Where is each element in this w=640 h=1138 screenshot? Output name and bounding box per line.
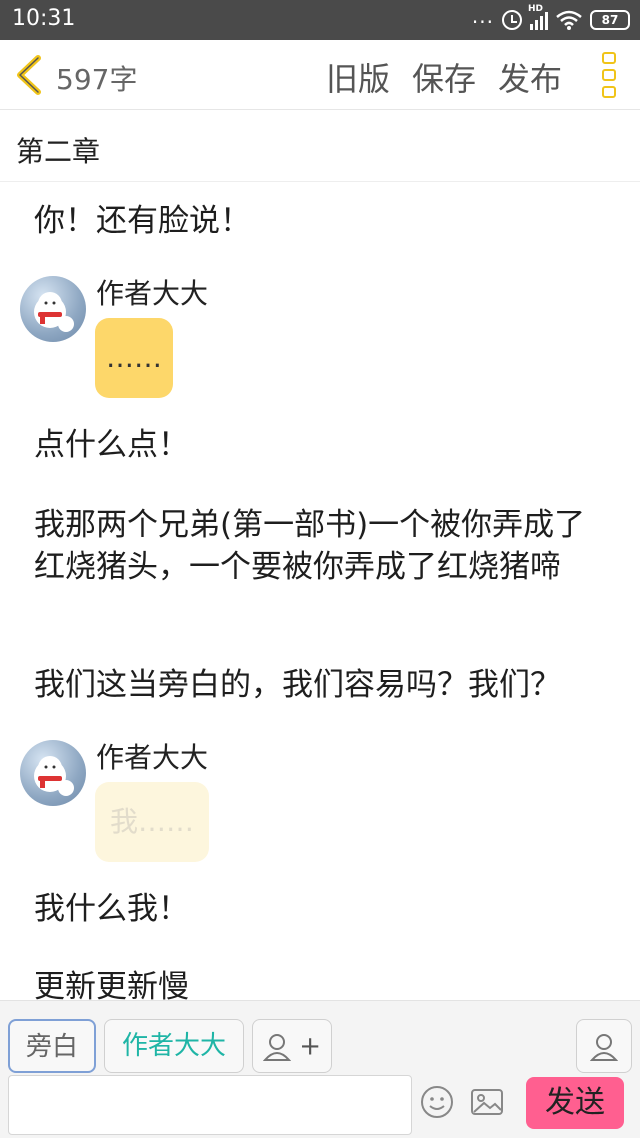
narration-line: 你！还有脸说！ (34, 203, 251, 239)
status-bar: 10:31 ... HD 87 (0, 0, 640, 40)
alarm-icon (502, 10, 522, 30)
chapter-title-bar[interactable]: 第二章 (0, 110, 640, 182)
status-icons: ... HD 87 (472, 4, 630, 32)
more-menu-icon[interactable] (602, 52, 622, 98)
role-manager-button[interactable] (576, 1019, 632, 1073)
status-time: 10:31 (12, 6, 76, 31)
send-button[interactable]: 发送 (526, 1077, 624, 1129)
narration-line: 更新更新慢 (34, 969, 189, 1000)
back-arrow-icon[interactable] (10, 54, 50, 96)
add-role-plus: + (299, 1031, 322, 1062)
add-role-button[interactable]: + (252, 1019, 332, 1073)
author-name: 作者大大 (96, 277, 209, 310)
publish-button[interactable]: 发布 (498, 54, 562, 100)
composer-bar: 旁白 作者大大 + 发送 (0, 1000, 640, 1138)
editor-header: 597字 旧版 保存 发布 (0, 40, 640, 110)
more-notifications-icon: ... (471, 4, 494, 28)
word-count: 597字 (56, 63, 138, 96)
wifi-icon (556, 10, 582, 30)
narration-line: 点什么点！ (34, 427, 189, 463)
add-person-icon (262, 1033, 292, 1061)
narration-line: 我们这当旁白的，我们容易吗？我们？ (34, 667, 561, 703)
old-version-button[interactable]: 旧版 (326, 54, 390, 100)
avatar (20, 276, 86, 342)
image-icon[interactable] (470, 1085, 504, 1119)
author-role-chip[interactable]: 作者大大 (104, 1019, 244, 1073)
narration-line: 我什么我！ (34, 891, 189, 927)
battery-indicator: 87 (590, 10, 630, 30)
avatar (20, 740, 86, 806)
message-bubble[interactable]: …… (95, 318, 173, 398)
narrator-role-chip[interactable]: 旁白 (8, 1019, 96, 1073)
story-content[interactable]: 你！还有脸说！ 作者大大 …… 点什么点！ 我那两个兄弟(第一部书)一个被你弄成… (0, 182, 640, 1000)
signal-icon: HD (528, 4, 548, 30)
network-type-label: HD (528, 4, 544, 14)
save-button[interactable]: 保存 (412, 54, 476, 100)
emoji-icon[interactable] (420, 1085, 454, 1119)
message-bubble[interactable]: 我…… (95, 782, 209, 862)
message-input[interactable] (8, 1075, 412, 1135)
author-name: 作者大大 (96, 741, 209, 774)
chapter-title: 第二章 (16, 135, 101, 168)
narration-line: 我那两个兄弟(第一部书)一个被你弄成了红烧猪头，一个要被你弄成了红烧猪啼 (34, 507, 586, 585)
person-icon (589, 1033, 619, 1061)
